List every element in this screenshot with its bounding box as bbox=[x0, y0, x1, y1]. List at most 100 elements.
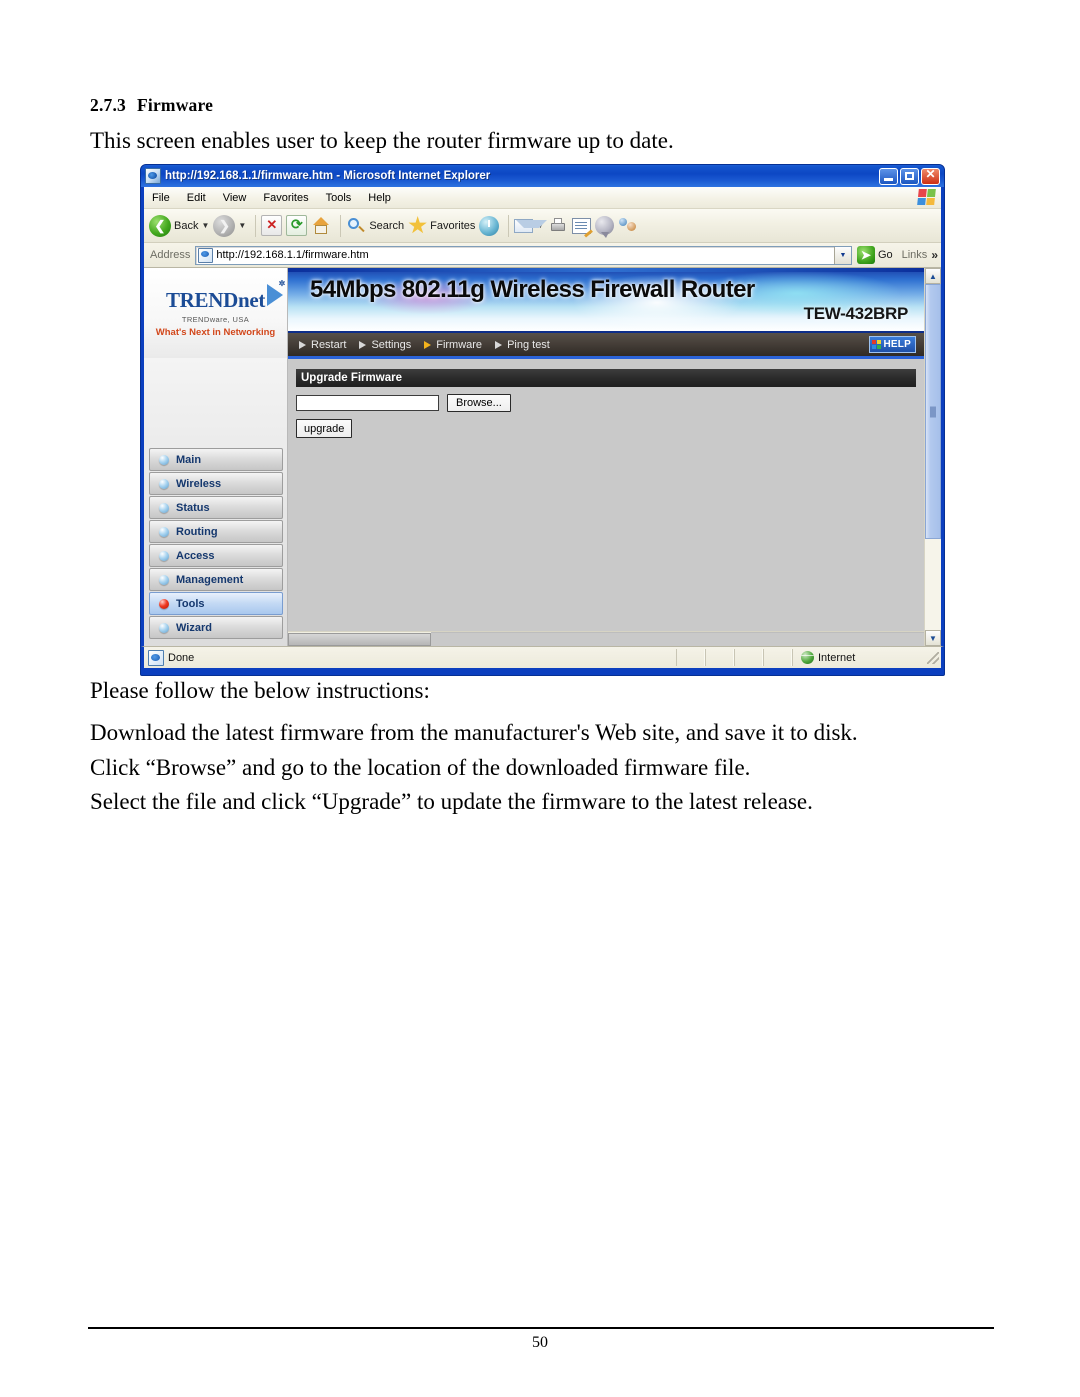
menu-edit[interactable]: Edit bbox=[187, 192, 206, 204]
status-cells bbox=[676, 649, 792, 666]
horizontal-scroll-track[interactable] bbox=[431, 632, 924, 646]
logo-company: TRENDware, USA bbox=[181, 315, 250, 324]
nav-item-restart[interactable]: Restart bbox=[299, 339, 346, 351]
instruction-line-2: Click “Browse” and go to the location of… bbox=[90, 755, 751, 780]
logo-registered-icon: ✲ bbox=[278, 279, 286, 288]
go-button[interactable]: ➤ Go bbox=[856, 246, 893, 264]
resize-grip[interactable] bbox=[927, 651, 939, 664]
edit-button[interactable] bbox=[572, 217, 592, 234]
router-content-body: Upgrade Firmware Browse... upgrade bbox=[288, 359, 924, 631]
stop-icon bbox=[261, 215, 283, 236]
discuss-button[interactable] bbox=[595, 216, 615, 238]
sidebar-label-status: Status bbox=[176, 501, 210, 514]
vertical-scroll-track[interactable] bbox=[925, 284, 941, 630]
home-button[interactable] bbox=[311, 216, 331, 235]
page-horizontal-scrollbar[interactable] bbox=[288, 631, 924, 646]
logo-brand: TRENDnet ✲ bbox=[165, 279, 285, 313]
menu-help[interactable]: Help bbox=[368, 192, 391, 204]
vertical-scroll-thumb[interactable] bbox=[925, 284, 941, 539]
page-icon bbox=[198, 247, 214, 263]
security-zone-label: Internet bbox=[818, 651, 856, 664]
nav-item-firmware[interactable]: Firmware bbox=[424, 339, 482, 351]
nav-item-settings[interactable]: Settings bbox=[359, 339, 411, 351]
bullet-icon bbox=[159, 574, 169, 585]
address-dropdown-button[interactable]: ▼ bbox=[833, 246, 851, 264]
router-right-column: 54Mbps 802.11g Wireless Firewall Router … bbox=[288, 268, 924, 646]
status-text: Done bbox=[168, 651, 195, 664]
nav-item-ping-test[interactable]: Ping test bbox=[495, 339, 550, 351]
address-url-text: http://192.168.1.1/firmware.htm bbox=[216, 249, 369, 261]
windows-flag-icon bbox=[917, 189, 936, 205]
sidebar-label-access: Access bbox=[176, 549, 215, 562]
refresh-icon bbox=[286, 215, 308, 236]
scroll-down-button[interactable]: ▼ bbox=[925, 630, 941, 646]
maximize-button[interactable] bbox=[900, 167, 919, 185]
menu-tools[interactable]: Tools bbox=[326, 192, 352, 204]
status-bar: Done Internet bbox=[141, 646, 944, 668]
forward-button[interactable]: ❯ ▼ bbox=[213, 214, 247, 237]
router-web-page: TRENDnet ✲ TRENDware, USA What's Next in… bbox=[144, 268, 924, 646]
globe-icon bbox=[801, 651, 814, 664]
sidebar-item-status[interactable]: Status bbox=[149, 496, 283, 519]
sidebar-item-wireless[interactable]: Wireless bbox=[149, 472, 283, 495]
browse-button[interactable]: Browse... bbox=[447, 394, 511, 412]
refresh-button[interactable] bbox=[286, 215, 308, 236]
footer-rule bbox=[88, 1327, 994, 1329]
bullet-icon bbox=[159, 622, 169, 633]
printer-icon bbox=[548, 217, 568, 234]
sidebar-item-tools[interactable]: Tools bbox=[149, 592, 283, 615]
toolbar-separator-1 bbox=[255, 214, 257, 237]
page-number: 50 bbox=[532, 1334, 548, 1351]
security-zone[interactable]: Internet bbox=[792, 649, 927, 666]
sidebar-item-wizard[interactable]: Wizard bbox=[149, 616, 283, 639]
nav-label-restart: Restart bbox=[311, 338, 347, 351]
messenger-button[interactable] bbox=[618, 217, 638, 235]
links-button[interactable]: Links bbox=[902, 249, 928, 261]
address-input[interactable]: http://192.168.1.1/firmware.htm ▼ bbox=[195, 245, 852, 265]
go-arrow-icon: ➤ bbox=[856, 246, 875, 264]
status-cell bbox=[705, 649, 734, 666]
chevron-down-icon-forward: ▼ bbox=[238, 221, 247, 230]
banner-title: 54Mbps 802.11g Wireless Firewall Router bbox=[310, 276, 755, 303]
search-button[interactable]: Search bbox=[346, 216, 404, 236]
status-cell bbox=[734, 649, 763, 666]
horizontal-scroll-thumb[interactable] bbox=[288, 632, 431, 646]
menu-favorites[interactable]: Favorites bbox=[263, 192, 308, 204]
close-button[interactable] bbox=[921, 167, 940, 185]
scroll-up-button[interactable]: ▲ bbox=[925, 268, 941, 284]
logo-brand-text: TRENDnet bbox=[165, 288, 266, 312]
heading-title: Firmware bbox=[137, 95, 214, 115]
upgrade-button[interactable]: upgrade bbox=[296, 419, 353, 438]
heading-number: 2.7.3 bbox=[90, 95, 126, 115]
intro-paragraph: This screen enables user to keep the rou… bbox=[90, 128, 674, 153]
sidebar-item-main[interactable]: Main bbox=[149, 448, 283, 471]
menu-view[interactable]: View bbox=[223, 192, 247, 204]
stop-button[interactable] bbox=[261, 215, 283, 236]
minimize-button[interactable] bbox=[879, 167, 898, 185]
toolbar-overflow-icon[interactable]: » bbox=[931, 248, 938, 262]
clock-icon bbox=[479, 215, 500, 236]
bullet-icon bbox=[159, 454, 169, 465]
sidebar-item-access[interactable]: Access bbox=[149, 544, 283, 567]
firmware-file-input[interactable] bbox=[296, 395, 439, 411]
sidebar-label-wizard: Wizard bbox=[176, 621, 212, 634]
sidebar-item-routing[interactable]: Routing bbox=[149, 520, 283, 543]
menu-bar: File Edit View Favorites Tools Help bbox=[144, 187, 941, 209]
favorites-button[interactable]: Favorites bbox=[408, 216, 475, 235]
toolbar-separator-2 bbox=[340, 214, 342, 237]
menu-file[interactable]: File bbox=[152, 192, 170, 204]
history-button[interactable] bbox=[479, 215, 500, 236]
sidebar-item-management[interactable]: Management bbox=[149, 568, 283, 591]
print-button[interactable] bbox=[548, 217, 568, 234]
back-button[interactable]: ❮ Back ▼ bbox=[149, 214, 209, 237]
page-heading: 2.7.3 Firmware bbox=[90, 95, 213, 116]
router-sidebar-menu: Main Wireless Status Routing Access Mana… bbox=[144, 448, 287, 646]
page-vertical-scrollbar[interactable]: ▲ ▼ bbox=[924, 268, 941, 646]
help-button[interactable]: HELP bbox=[868, 336, 916, 353]
mail-button[interactable]: ▼ bbox=[514, 218, 548, 233]
nav-label-ping-test: Ping test bbox=[507, 338, 550, 351]
triangle-icon bbox=[359, 340, 367, 349]
help-label: HELP bbox=[883, 339, 911, 350]
window-title: http://192.168.1.1/firmware.htm - Micros… bbox=[165, 170, 491, 182]
back-arrow-icon: ❮ bbox=[149, 214, 171, 237]
